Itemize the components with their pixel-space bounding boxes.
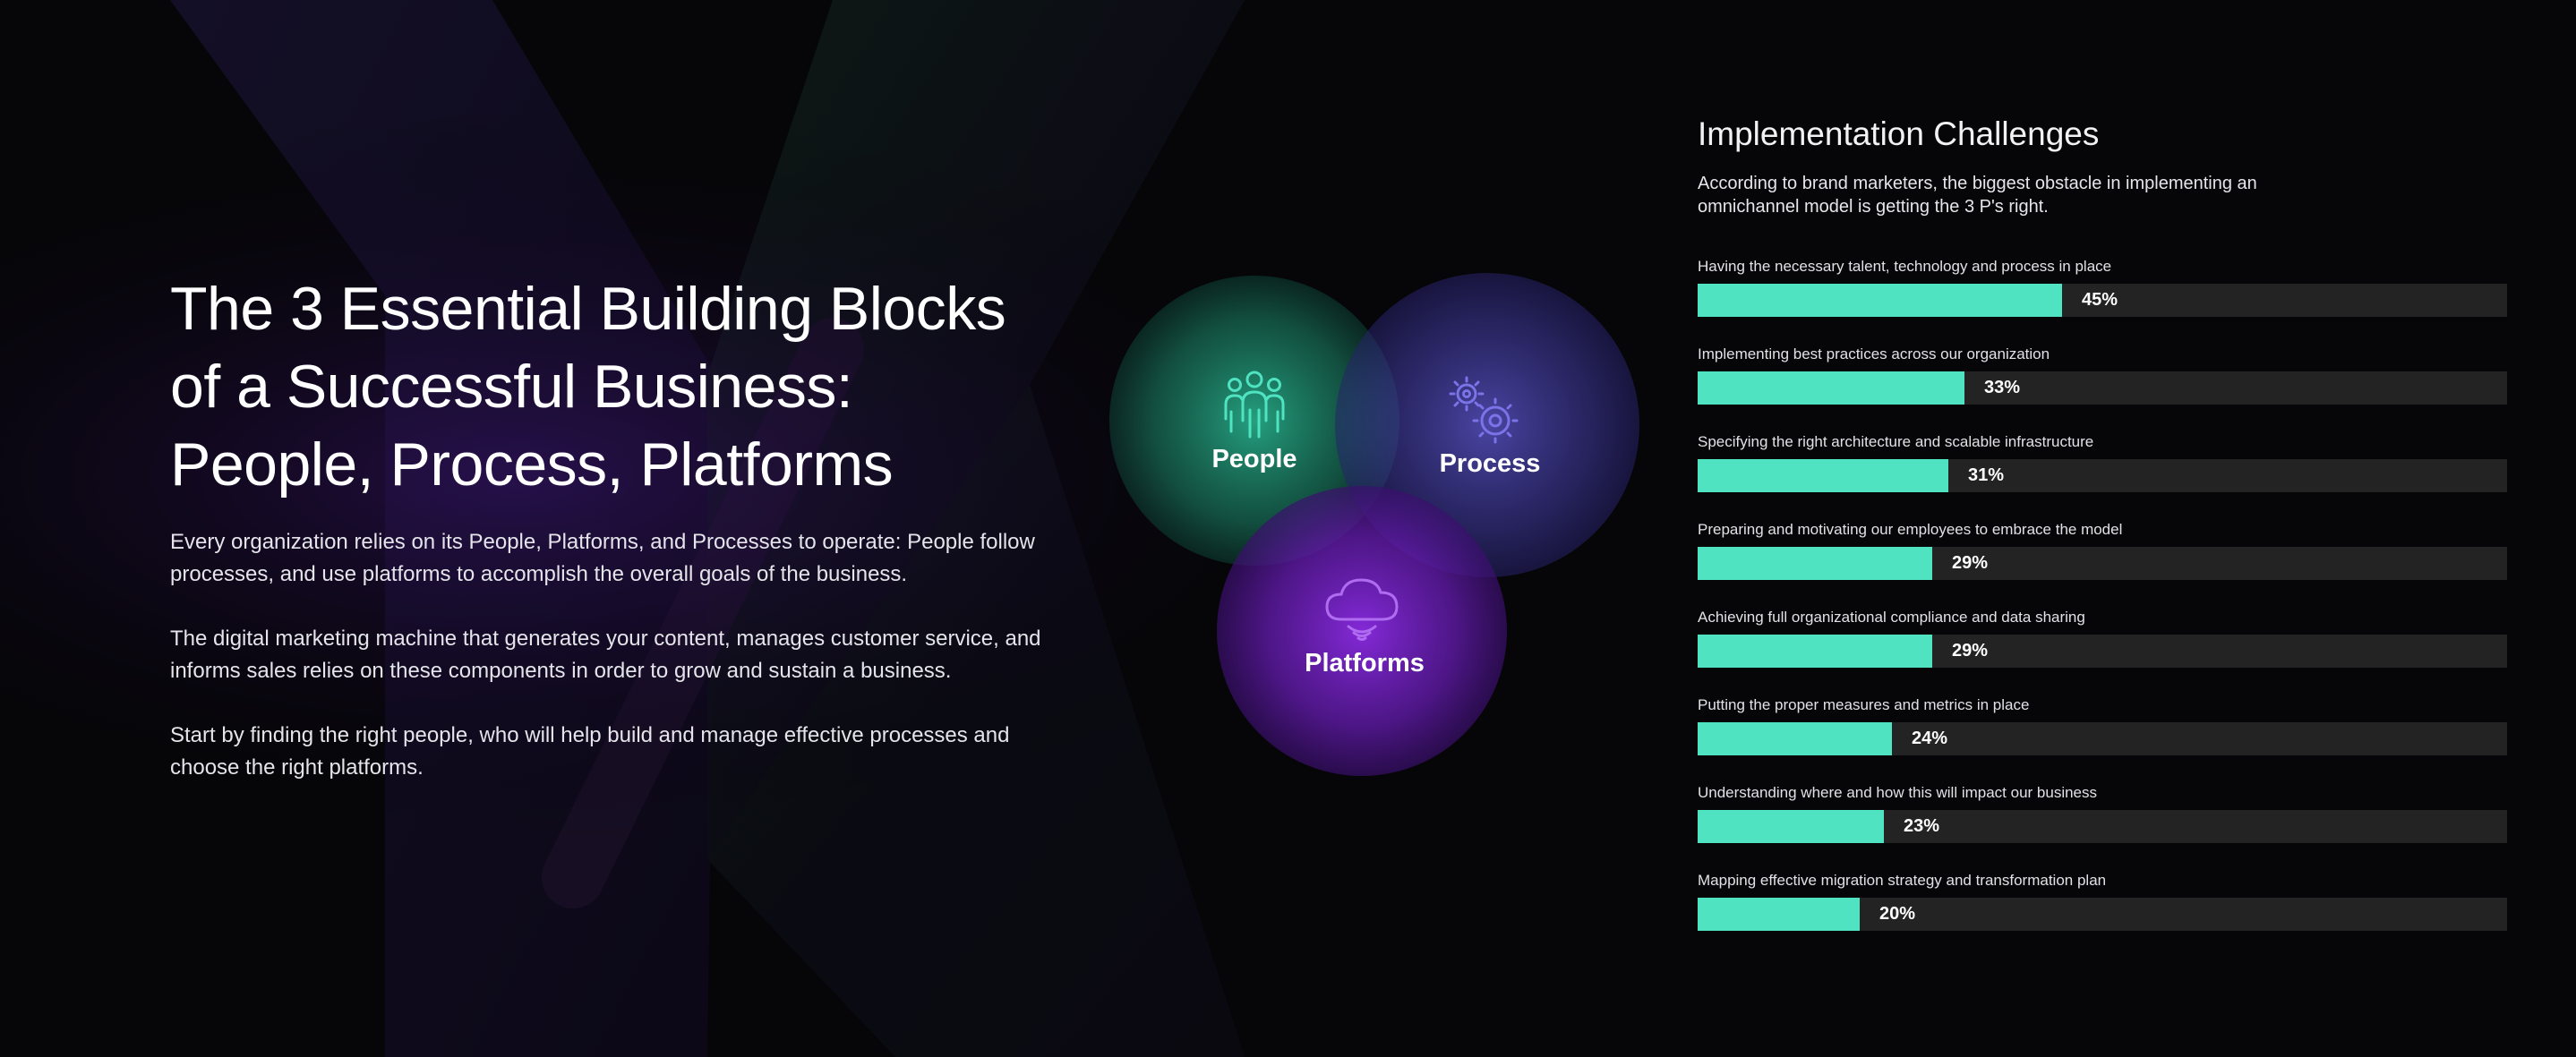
bar-fill (1698, 459, 1948, 492)
bar-chart: Having the necessary talent, technology … (1698, 258, 2507, 959)
bar-value-label: 29% (1952, 641, 1989, 661)
chart-subtitle: According to brand marketers, the bigges… (1698, 174, 2257, 217)
intro-paragraph: Start by finding the right people, who w… (170, 723, 1010, 780)
bar-fill (1698, 371, 1964, 405)
intro-text: Every organization relies on its People,… (170, 526, 1057, 816)
bar-value-label: 45% (2082, 290, 2118, 310)
bar-label: Understanding where and how this will im… (1698, 784, 2098, 801)
bar-track: 24% (1698, 722, 2507, 755)
bar-row: Preparing and motivating our employees t… (1698, 521, 2507, 609)
bar-label: Putting the proper measures and metrics … (1698, 696, 2030, 713)
bar-label: Implementing best practices across our o… (1698, 345, 2050, 362)
bar-track: 29% (1698, 547, 2507, 580)
bar-row: Specifying the right architecture and sc… (1698, 433, 2507, 521)
bar-value-label: 24% (1912, 729, 1948, 748)
bar-fill (1698, 898, 1860, 931)
bar-fill (1698, 284, 2062, 317)
bar-row: Achieving full organizational compliance… (1698, 609, 2507, 696)
bar-row: Understanding where and how this will im… (1698, 784, 2507, 872)
bar-track: 23% (1698, 810, 2507, 843)
bar-fill (1698, 635, 1932, 668)
bar-row: Mapping effective migration strategy and… (1698, 872, 2507, 959)
bar-label: Mapping effective migration strategy and… (1698, 872, 2107, 889)
bar-track: 31% (1698, 459, 2507, 492)
bar-row: Having the necessary talent, technology … (1698, 258, 2507, 345)
bar-fill (1698, 547, 1932, 580)
chart-title: Implementation Challenges (1698, 115, 2100, 152)
bar-track: 29% (1698, 635, 2507, 668)
bar-track: 20% (1698, 898, 2507, 931)
bar-label: Having the necessary talent, technology … (1698, 258, 2112, 275)
bar-value-label: 33% (1984, 378, 2021, 397)
bar-track: 33% (1698, 371, 2507, 405)
bar-row: Putting the proper measures and metrics … (1698, 696, 2507, 784)
bar-label: Specifying the right architecture and sc… (1698, 433, 2094, 450)
process-label: Process (1440, 449, 1541, 478)
title-line: People, Process, Platforms (170, 430, 894, 499)
page-title: The 3 Essential Building Blocks of a Suc… (170, 270, 1065, 504)
challenges-panel: Implementation Challenges According to b… (1698, 115, 2507, 959)
bar-fill (1698, 722, 1892, 755)
bar-fill (1698, 810, 1884, 843)
intro-paragraph: Every organization relies on its People,… (170, 530, 1035, 586)
platforms-label: Platforms (1305, 649, 1425, 678)
title-line: of a Successful Business: (170, 353, 853, 421)
venn-diagram: People Process Platforms (1109, 273, 1639, 776)
people-label: People (1211, 445, 1297, 473)
bar-label: Preparing and motivating our employees t… (1698, 521, 2123, 538)
title-line: The 3 Essential Building Blocks (170, 275, 1006, 343)
bar-value-label: 29% (1952, 553, 1989, 573)
bar-row: Implementing best practices across our o… (1698, 345, 2507, 433)
bar-value-label: 31% (1968, 465, 2005, 485)
bar-label: Achieving full organizational compliance… (1698, 609, 2085, 626)
bar-track: 45% (1698, 284, 2507, 317)
intro-paragraph: The digital marketing machine that gener… (170, 627, 1041, 683)
bar-value-label: 23% (1904, 816, 1940, 836)
bar-value-label: 20% (1879, 904, 1916, 924)
